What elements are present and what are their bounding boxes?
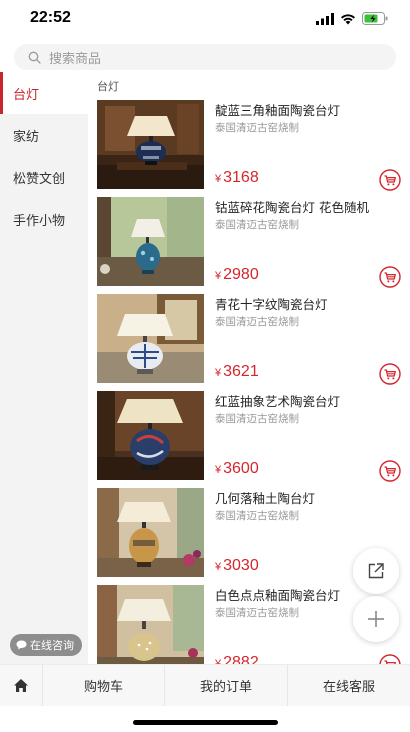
price-value: 3030 [223,557,259,574]
product-card[interactable]: 靛蓝三角釉面陶瓷台灯 泰国清迈古窑烧制 ¥3168 [97,100,405,191]
product-price: ¥3621 [215,363,259,381]
plus-icon [368,611,384,627]
battery-icon [362,12,388,25]
product-price: ¥3168 [215,169,259,187]
sidebar-item-songtsam-creative[interactable]: 松赞文创 [0,156,88,198]
product-subtitle: 泰国清迈古窑烧制 [215,122,299,134]
nav-service-label: 在线客服 [322,680,375,695]
search-input[interactable]: 搜索商品 [14,44,396,70]
nav-online-service[interactable]: 在线客服 [288,665,410,706]
online-consult-button[interactable]: 在线咨询 [10,634,82,656]
add-to-cart-icon[interactable] [379,363,401,385]
product-image[interactable] [97,585,204,664]
product-card[interactable]: 青花十字纹陶瓷台灯 泰国清迈古窑烧制 ¥3621 [97,294,405,385]
add-to-cart-icon[interactable] [379,654,401,664]
add-button[interactable] [353,596,399,642]
search-icon [28,51,41,64]
sidebar-item-label: 手作小物 [13,213,66,229]
product-subtitle: 泰国清迈古窑烧制 [215,510,299,522]
product-image[interactable] [97,391,204,480]
product-image[interactable] [97,100,204,189]
product-price: ¥2980 [215,266,259,284]
nav-cart-label: 购物车 [83,680,123,695]
sidebar-item-lamps[interactable]: 台灯 [0,72,88,114]
price-value: 2980 [223,266,259,283]
product-name: 钴蓝碎花陶瓷台灯 花色随机 [215,200,369,215]
category-title: 台灯 [97,80,119,93]
product-image[interactable] [97,197,204,286]
share-button[interactable] [353,548,399,594]
product-name: 红蓝抽象艺术陶瓷台灯 [215,394,341,409]
product-subtitle: 泰国清迈古窑烧制 [215,316,299,328]
add-to-cart-icon[interactable] [379,266,401,288]
nav-orders-label: 我的订单 [199,680,252,695]
currency-symbol: ¥ [215,173,222,185]
currency-symbol: ¥ [215,367,222,379]
price-value: 2882 [223,654,259,664]
product-image[interactable] [97,488,204,577]
search-placeholder: 搜索商品 [49,51,102,67]
currency-symbol: ¥ [215,561,222,573]
signal-icon [316,12,334,25]
product-name: 靛蓝三角釉面陶瓷台灯 [215,103,341,118]
price-value: 3600 [223,460,259,477]
share-icon [368,563,384,579]
home-icon [14,679,28,692]
sidebar-item-label: 台灯 [13,87,40,103]
category-sidebar: 台灯 家纺 松赞文创 手作小物 [0,72,88,664]
home-button[interactable] [0,665,43,706]
sidebar-item-textiles[interactable]: 家纺 [0,114,88,156]
wifi-icon [341,13,355,24]
currency-symbol: ¥ [215,464,222,476]
product-subtitle: 泰国清迈古窑烧制 [215,413,299,425]
home-indicator[interactable] [133,720,278,725]
product-card[interactable]: 钴蓝碎花陶瓷台灯 花色随机 泰国清迈古窑烧制 ¥2980 [97,197,405,288]
status-bar: 22:52 [0,0,410,38]
currency-symbol: ¥ [215,270,222,282]
product-card[interactable]: 红蓝抽象艺术陶瓷台灯 泰国清迈古窑烧制 ¥3600 [97,391,405,482]
product-name: 几何落釉土陶台灯 [215,491,316,506]
product-price: ¥3030 [215,557,259,575]
status-time: 22:52 [30,9,71,26]
price-value: 3168 [223,169,259,186]
product-price: ¥3600 [215,460,259,478]
bottom-nav: 购物车 我的订单 在线客服 [0,664,410,706]
status-icons [316,12,388,25]
add-to-cart-icon[interactable] [379,169,401,191]
nav-cart[interactable]: 购物车 [43,665,165,706]
product-subtitle: 泰国清迈古窑烧制 [215,607,299,619]
product-name: 青花十字纹陶瓷台灯 [215,297,328,312]
sidebar-item-label: 松赞文创 [13,171,66,187]
price-value: 3621 [223,363,259,380]
sidebar-item-label: 家纺 [13,129,40,145]
add-to-cart-icon[interactable] [379,460,401,482]
nav-my-orders[interactable]: 我的订单 [165,665,288,706]
product-name: 白色点点釉面陶瓷台灯 [215,588,341,603]
product-image[interactable] [97,294,204,383]
product-subtitle: 泰国清迈古窑烧制 [215,219,299,231]
consult-label: 在线咨询 [30,639,74,652]
chat-icon [16,640,27,650]
product-price: ¥2882 [215,654,259,664]
sidebar-item-handicrafts[interactable]: 手作小物 [0,198,88,240]
